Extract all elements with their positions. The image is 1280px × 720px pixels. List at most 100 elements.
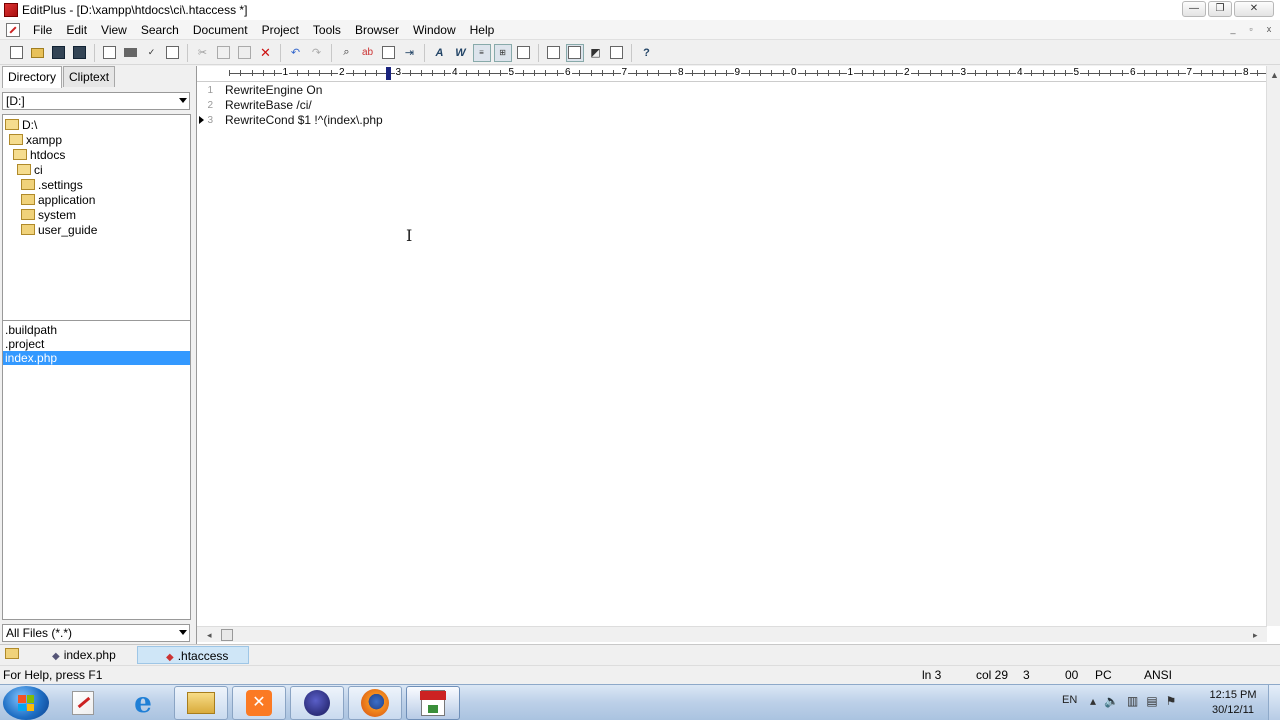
spell-check-icon[interactable]: ✓	[143, 44, 161, 62]
clip-icon[interactable]	[164, 44, 182, 62]
menu-tools[interactable]: Tools	[306, 20, 348, 40]
full-screen-icon[interactable]	[608, 44, 626, 62]
horizontal-scrollbar[interactable]: ◂ ▸	[197, 626, 1267, 642]
tree-item-htdocs[interactable]: htdocs	[3, 147, 190, 162]
word-wrap-icon[interactable]: W	[452, 44, 470, 62]
tree-item-application[interactable]: application	[3, 192, 190, 207]
menu-help[interactable]: Help	[463, 20, 502, 40]
menu-browser[interactable]: Browser	[348, 20, 406, 40]
tree-item-system[interactable]: system	[3, 207, 190, 222]
doc-restore-button[interactable]: ▫	[1244, 23, 1258, 37]
tree-item-settings[interactable]: .settings	[3, 177, 190, 192]
start-button[interactable]	[3, 686, 49, 720]
menu-view[interactable]: View	[94, 20, 134, 40]
paste-icon[interactable]	[236, 44, 254, 62]
clock[interactable]: 12:15 PM 30/12/11	[1204, 688, 1262, 718]
menu-edit[interactable]: Edit	[59, 20, 94, 40]
taskbar-eclipse[interactable]	[290, 686, 344, 720]
directory-window-icon[interactable]	[515, 44, 533, 62]
replace-icon[interactable]: ab	[359, 44, 377, 62]
doc-tab-index-php[interactable]: ◆ index.php	[44, 646, 136, 664]
doc-minimize-button[interactable]: _	[1226, 23, 1240, 37]
copy-icon[interactable]	[215, 44, 233, 62]
drive-select[interactable]: [D:]	[2, 92, 190, 110]
volume-icon[interactable]: 🔈	[1104, 694, 1119, 708]
file-item-index-php[interactable]: index.php	[3, 351, 190, 365]
copy-path-icon[interactable]	[380, 44, 398, 62]
taskbar-editplus-pinned[interactable]	[56, 686, 110, 720]
menu-project[interactable]: Project	[255, 20, 306, 40]
delete-icon[interactable]: ✕	[257, 44, 275, 62]
cliptext-icon[interactable]	[565, 43, 584, 62]
taskbar-internet-explorer[interactable]: e	[116, 686, 170, 720]
code-text[interactable]: RewriteEngine On	[217, 83, 322, 98]
scroll-left-icon[interactable]: ◂	[207, 630, 212, 641]
goto-icon[interactable]: ⇥	[401, 44, 419, 62]
browser-icon[interactable]: ◩	[587, 44, 605, 62]
language-indicator[interactable]: EN	[1062, 694, 1077, 706]
doc-tab-htaccess[interactable]: ◆ .htaccess	[137, 646, 249, 664]
document-icon[interactable]	[6, 22, 20, 37]
tree-item-xampp[interactable]: xampp	[3, 132, 190, 147]
find-icon[interactable]: ⌕	[338, 44, 356, 62]
taskbar-xampp[interactable]: ✕	[232, 686, 286, 720]
folder-icon[interactable]	[5, 648, 19, 659]
file-item-project[interactable]: .project	[3, 337, 190, 351]
menu-document[interactable]: Document	[186, 20, 255, 40]
taskbar-firefox[interactable]	[348, 686, 402, 720]
taskbar-editplus[interactable]	[406, 686, 460, 720]
safely-remove-icon[interactable]: ▤	[1146, 694, 1157, 708]
font-icon[interactable]: A	[431, 44, 449, 62]
close-button[interactable]: ✕	[1234, 1, 1274, 17]
file-list[interactable]: .buildpath .project index.php	[2, 320, 191, 620]
ruler-icon[interactable]: ⊞	[493, 43, 512, 62]
code-line[interactable]: 2 RewriteBase /ci/	[197, 98, 1257, 113]
redo-icon[interactable]: ↷	[308, 44, 326, 62]
file-item-buildpath[interactable]: .buildpath	[3, 323, 190, 337]
restore-button[interactable]: ❐	[1208, 1, 1232, 17]
line-number-icon[interactable]: ≡	[472, 43, 491, 62]
print-preview-icon[interactable]	[101, 44, 119, 62]
scroll-thumb[interactable]	[221, 629, 233, 641]
menu-search[interactable]: Search	[134, 20, 186, 40]
tree-item-d[interactable]: D:\	[3, 117, 190, 132]
folder-open-icon	[5, 119, 19, 130]
action-center-icon[interactable]: ⚑	[1166, 694, 1177, 708]
menu-window[interactable]: Window	[406, 20, 463, 40]
tree-item-user-guide[interactable]: user_guide	[3, 222, 190, 237]
chevron-down-icon[interactable]	[179, 98, 187, 103]
menu-file[interactable]: File	[26, 20, 59, 40]
scroll-right-icon[interactable]: ▸	[1253, 630, 1258, 641]
code-text[interactable]: RewriteCond $1 !^(index\.php	[217, 113, 383, 128]
ruler-tick	[1042, 70, 1044, 76]
tab-directory[interactable]: Directory	[2, 66, 63, 88]
code-text[interactable]: RewriteBase /ci/	[217, 98, 312, 113]
doc-close-button[interactable]: x	[1262, 23, 1276, 37]
show-hidden-icons-icon[interactable]: ▴	[1090, 694, 1096, 708]
taskbar-explorer[interactable]	[174, 686, 228, 720]
file-filter-select[interactable]: All Files (*.*)	[2, 624, 190, 642]
code-line[interactable]: 1 RewriteEngine On	[197, 83, 1257, 98]
save-all-icon[interactable]	[71, 44, 89, 62]
output-window-icon[interactable]	[545, 44, 563, 62]
tab-cliptext[interactable]: Cliptext	[63, 66, 116, 87]
chevron-down-icon[interactable]	[179, 630, 187, 635]
editor-area[interactable]: 123456789012345678 ▲ 1 RewriteEngine On …	[196, 66, 1280, 644]
cut-icon[interactable]: ✂	[194, 44, 212, 62]
editplus-app-icon[interactable]	[4, 3, 18, 17]
open-file-icon[interactable]	[29, 44, 47, 62]
new-file-icon[interactable]	[8, 44, 26, 62]
code-line[interactable]: 3 RewriteCond $1 !^(index\.php	[197, 113, 1257, 128]
ruler-tick	[884, 70, 886, 76]
folder-icon	[21, 179, 35, 190]
help-icon[interactable]: ?	[638, 44, 656, 62]
scroll-up-icon[interactable]: ▲	[1270, 70, 1279, 80]
show-desktop-button[interactable]	[1268, 685, 1280, 720]
tree-item-ci[interactable]: ci	[3, 162, 190, 177]
undo-icon[interactable]: ↶	[287, 44, 305, 62]
minimize-button[interactable]: —	[1182, 1, 1206, 17]
print-icon[interactable]	[122, 44, 140, 62]
vertical-scrollbar[interactable]: ▲	[1266, 66, 1280, 626]
save-icon[interactable]	[50, 44, 68, 62]
network-icon[interactable]: ▥	[1127, 694, 1138, 708]
